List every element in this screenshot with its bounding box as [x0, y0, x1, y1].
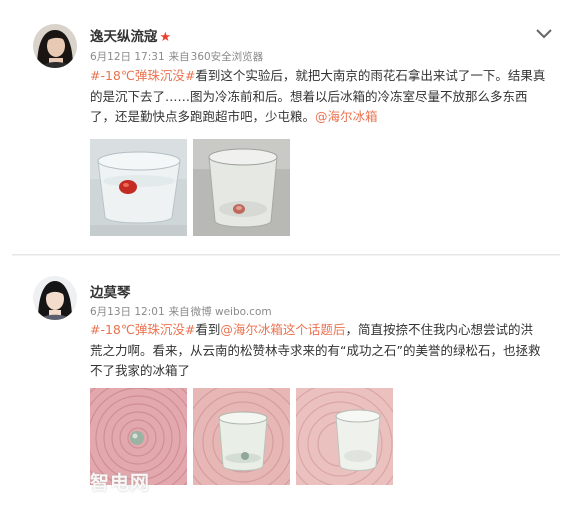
post-image-2[interactable] [193, 139, 290, 236]
text-line: 了，还是勤快点多跑跑超市吧，少屯粮。@海尔冰箱 [90, 107, 545, 128]
post-meta: 6月13日 12:01 来自微博 weibo.com [90, 304, 276, 319]
mention-link[interactable]: @海尔冰箱这个话题后 [220, 322, 345, 337]
source-prefix: 来自 [168, 306, 190, 318]
text-line: 的是沉下去了……图为冷冻前和后。想着以后冰箱的冷冻室尽量不放那么多东西 [90, 87, 545, 108]
text-segment: 看到这个实验后，就把大南京的雨花石拿出来试了一下。结果真 [195, 68, 546, 83]
avatar[interactable] [33, 276, 77, 320]
text-segment: 不了我家的冰箱了 [90, 363, 191, 378]
post-source[interactable]: 360安全浏览器 [191, 51, 264, 63]
user-name[interactable]: 逸天纵流寇 ★ [90, 25, 171, 45]
text-segment: 荒之力啊。看来，从云南的松赞林寺求来的有“成功之石”的美誉的绿松石，也拯救 [90, 342, 541, 358]
text-line: 荒之力啊。看来，从云南的松赞林寺求来的有“成功之石”的美誉的绿松石，也拯救 [90, 341, 540, 362]
post-date[interactable]: 6月12日 17:31 [90, 51, 165, 63]
text-segment: 了，还是勤快点多跑跑超市吧，少屯粮。 [90, 109, 316, 124]
hashtag-link[interactable]: #-18℃弹珠沉没# [90, 68, 195, 83]
watermark: 智电网 [90, 472, 151, 494]
user-name[interactable]: 边莫琴 [90, 281, 131, 301]
post-text: #-18℃弹珠沉没#看到@海尔冰箱这个话题后，简直按捺不住我内心想尝试的洪 荒之力… [90, 320, 540, 382]
post-image-2[interactable] [193, 388, 290, 485]
hashtag-link[interactable]: #-18℃弹珠沉没# [90, 322, 195, 337]
text-line: 不了我家的冰箱了 [90, 361, 540, 382]
mention-link[interactable]: @海尔冰箱 [315, 109, 378, 124]
user-name-text[interactable]: 逸天纵流寇 [90, 29, 158, 45]
user-name-text[interactable]: 边莫琴 [90, 285, 131, 301]
verified-star-icon: ★ [159, 30, 172, 45]
post-divider [12, 254, 560, 256]
post-text: #-18℃弹珠沉没#看到这个实验后，就把大南京的雨花石拿出来试了一下。结果真 的是… [90, 66, 545, 128]
avatar[interactable] [33, 24, 77, 68]
text-line: #-18℃弹珠沉没#看到这个实验后，就把大南京的雨花石拿出来试了一下。结果真 [90, 66, 545, 87]
post-image-3[interactable] [296, 388, 393, 485]
text-segment: 看到 [195, 322, 221, 337]
post-source[interactable]: 微博 weibo.com [191, 306, 272, 318]
text-segment: ，简直按捺不住我内心想尝试的洪 [345, 322, 533, 337]
chevron-down-icon[interactable] [534, 26, 554, 40]
source-prefix: 来自 [168, 51, 190, 63]
text-segment: 的是沉下去了……图为冷冻前和后。想着以后冰箱的冷冻室尽量不放那么多东西 [90, 88, 528, 104]
post-meta: 6月12日 17:31 来自360安全浏览器 [90, 49, 267, 64]
post-image-1[interactable] [90, 139, 187, 236]
post-date[interactable]: 6月13日 12:01 [90, 306, 165, 318]
weibo-post: 边莫琴 6月13日 12:01 来自微博 weibo.com #-18℃弹珠沉没#… [0, 262, 564, 510]
text-line: #-18℃弹珠沉没#看到@海尔冰箱这个话题后，简直按捺不住我内心想尝试的洪 [90, 320, 540, 341]
weibo-post: 逸天纵流寇 ★ 6月12日 17:31 来自360安全浏览器 #-18℃弹珠沉没#看… [0, 0, 564, 252]
